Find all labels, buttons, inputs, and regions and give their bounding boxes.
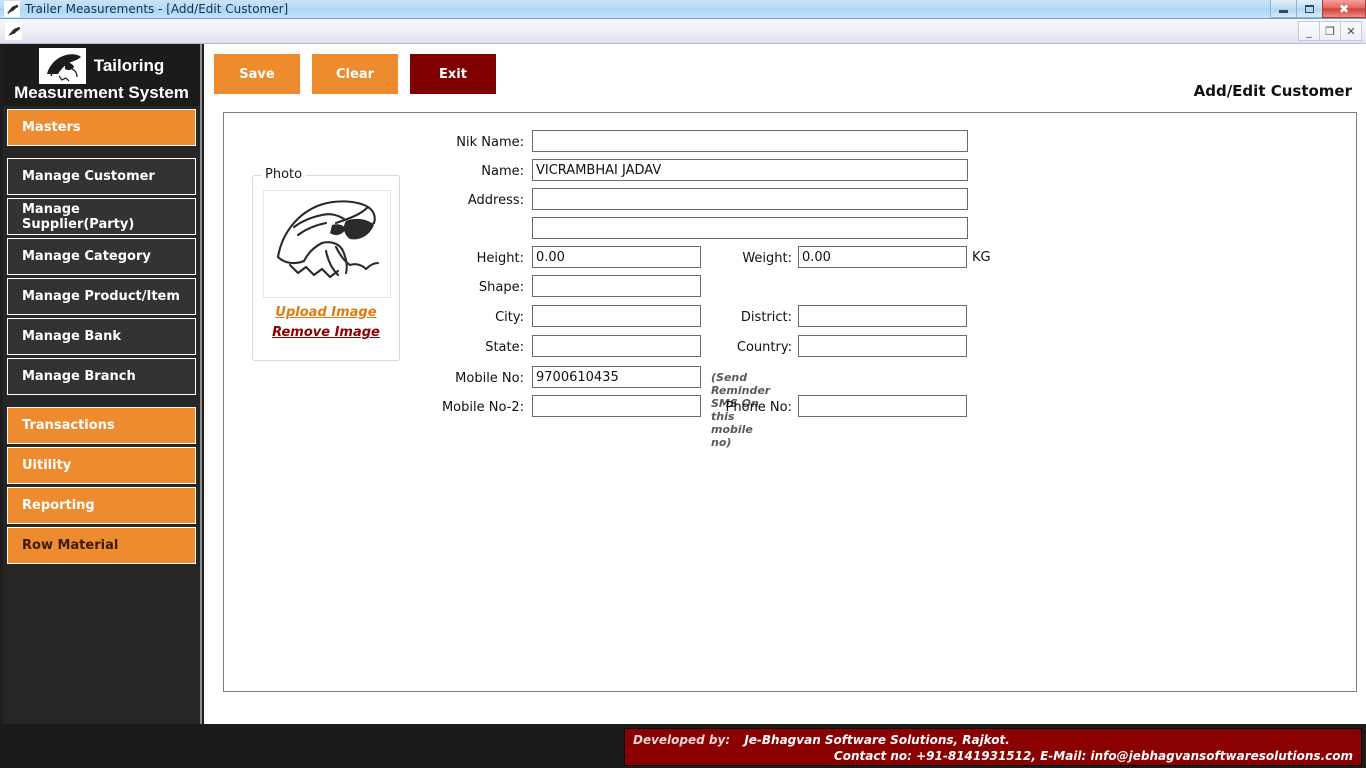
sidebar-item-row-material[interactable]: Row Material [7, 527, 196, 564]
shape-label: Shape: [478, 280, 524, 295]
sidebar-item-label: Manage Product/Item [22, 289, 180, 304]
phone-no-input[interactable] [798, 395, 967, 417]
height-input[interactable] [532, 246, 701, 268]
save-button[interactable]: Save [214, 54, 300, 94]
brand-header: Tailoring Measurement System [3, 44, 200, 106]
sidebar-item-manage-customer[interactable]: Manage Customer [7, 158, 196, 195]
brand-line1: Tailoring [93, 55, 165, 75]
address-line1-input[interactable] [532, 188, 968, 210]
sidebar-item-uitility[interactable]: Uitility [7, 447, 196, 484]
sidebar-item-label: Manage Supplier(Party) [22, 201, 135, 232]
mobile-no-input[interactable] [532, 366, 701, 388]
sidebar-item-label: Row Material [22, 538, 119, 553]
sidebar-item-label: Masters [22, 120, 81, 135]
address-line2-input[interactable] [532, 217, 968, 239]
district-input[interactable] [798, 305, 967, 327]
weight-label: Weight: [742, 251, 792, 266]
sidebar-item-manage-category[interactable]: Manage Category [7, 238, 196, 275]
developed-by-label: Developed by: [633, 733, 731, 747]
clear-button[interactable]: Clear [312, 54, 398, 94]
sidebar-item-masters[interactable]: Masters [7, 109, 196, 146]
state-label: State: [485, 340, 524, 355]
sidebar-item-label: Transactions [22, 418, 115, 433]
sidebar-item-label: Manage Branch [22, 369, 136, 384]
shape-input[interactable] [532, 275, 701, 297]
mdi-child-icon [5, 23, 22, 40]
sidebar-item-manage-bank[interactable]: Manage Bank [7, 318, 196, 355]
sidebar-item-label: Uitility [22, 458, 72, 473]
form-panel: Photo Upload Image Remove Image Nik Name… [223, 112, 1357, 692]
exit-button[interactable]: Exit [410, 54, 496, 94]
sidebar-item-transactions[interactable]: Transactions [7, 407, 196, 444]
page-title: Add/Edit Customer [1193, 82, 1352, 100]
city-input[interactable] [532, 305, 701, 327]
minimize-icon[interactable] [1270, 0, 1297, 18]
state-input[interactable] [532, 335, 701, 357]
country-input[interactable] [798, 335, 967, 357]
sidebar-item-manage-supplier[interactable]: Manage Supplier(Party) [7, 198, 196, 235]
toolbar: Save Clear Exit [214, 54, 496, 94]
nik-name-label: Nik Name: [456, 135, 524, 150]
mobile-no2-label: Mobile No-2: [441, 400, 524, 415]
footer: Developed by: Je-Bhagvan Software Soluti… [0, 724, 1366, 768]
sidebar-nav: Masters Manage Customer Manage Supplier(… [3, 109, 200, 564]
sidebar-item-reporting[interactable]: Reporting [7, 487, 196, 524]
name-input[interactable] [532, 159, 968, 181]
main-content: Save Clear Exit Add/Edit Customer Photo [206, 44, 1366, 724]
sidebar-panel: Tailoring Measurement System Masters Man… [3, 44, 202, 724]
upload-image-link[interactable]: Upload Image [253, 305, 399, 320]
mdi-window-controls: _ ❐ ✕ [1298, 21, 1362, 41]
company-name: Je-Bhagvan Software Solutions, Rajkot. [744, 733, 1010, 747]
brand-line2: Measurement System [14, 82, 189, 102]
application-window: Trailer Measurements - [Add/Edit Custome… [0, 0, 1366, 768]
title-bar: Trailer Measurements - [Add/Edit Custome… [0, 0, 1366, 19]
maximize-icon[interactable] [1296, 0, 1323, 18]
window-controls: ✖ [1270, 0, 1366, 19]
mobile-no-label: Mobile No: [455, 371, 524, 386]
address-label: Address: [467, 193, 524, 208]
mdi-restore-icon[interactable]: ❐ [1319, 21, 1341, 41]
customer-photo-sketch-icon[interactable] [263, 190, 391, 298]
developer-credit: Developed by: Je-Bhagvan Software Soluti… [624, 728, 1362, 766]
credit-line1: Developed by: Je-Bhagvan Software Soluti… [633, 733, 1010, 747]
close-icon[interactable]: ✖ [1322, 0, 1366, 18]
mdi-strip: _ ❐ ✕ [0, 19, 1366, 44]
tailor-sketch-logo-icon [38, 47, 86, 84]
weight-unit-label: KG [972, 250, 991, 265]
contact-info: Contact no: +91-8141931512, E-Mail: info… [833, 749, 1353, 763]
sidebar-item-manage-branch[interactable]: Manage Branch [7, 358, 196, 395]
mdi-close-icon[interactable]: ✕ [1340, 21, 1362, 41]
mdi-minimize-icon[interactable]: _ [1298, 21, 1320, 41]
sidebar: Tailoring Measurement System Masters Man… [0, 44, 204, 768]
sidebar-item-label: Manage Bank [22, 329, 121, 344]
mobile-no2-input[interactable] [532, 395, 701, 417]
window-title: Trailer Measurements - [Add/Edit Custome… [25, 1, 289, 16]
sidebar-item-label: Reporting [22, 498, 95, 513]
nik-name-input[interactable] [532, 130, 968, 152]
country-label: Country: [736, 340, 792, 355]
photo-legend: Photo [261, 167, 307, 182]
height-label: Height: [476, 251, 524, 266]
weight-input[interactable] [798, 246, 967, 268]
city-label: City: [495, 310, 524, 325]
photo-groupbox: Photo Upload Image Remove Image [252, 167, 400, 361]
sidebar-item-label: Manage Category [22, 249, 151, 264]
sidebar-item-label: Manage Customer [22, 169, 155, 184]
phone-no-label: Phone No: [725, 400, 792, 415]
app-icon [4, 1, 20, 17]
sidebar-item-manage-product[interactable]: Manage Product/Item [7, 278, 196, 315]
district-label: District: [740, 310, 792, 325]
remove-image-link[interactable]: Remove Image [253, 325, 399, 340]
name-label: Name: [481, 164, 524, 179]
